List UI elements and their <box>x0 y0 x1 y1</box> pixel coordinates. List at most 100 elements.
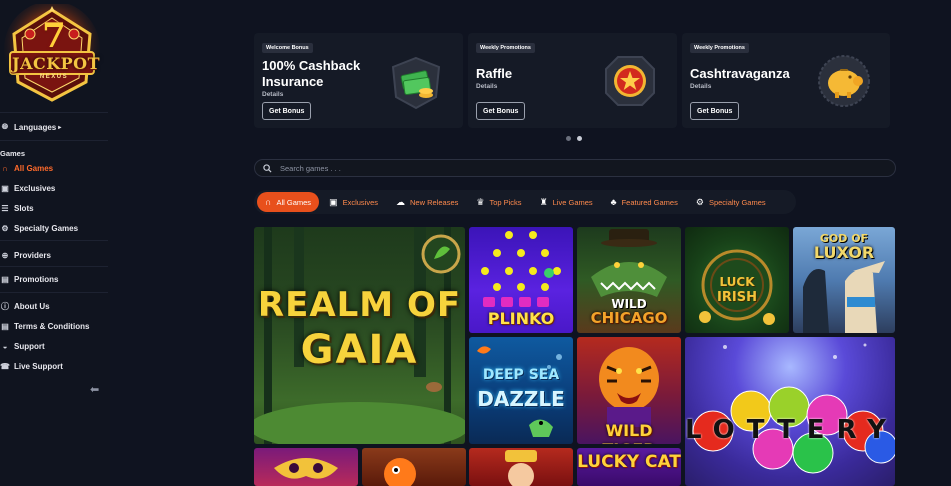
game-tile-lottery[interactable]: LOTTERY <box>685 337 895 486</box>
sidebar-item-promotions[interactable]: ▤ Promotions <box>0 274 58 284</box>
tab-specialty-games[interactable]: ⚙ Specialty Games <box>688 192 774 212</box>
goldfish-art <box>384 458 416 486</box>
mask-art <box>274 458 338 479</box>
game-title: IRISH <box>717 290 757 305</box>
sidebar-item-terms[interactable]: ▤ Terms & Conditions <box>0 321 89 331</box>
promo-title: Cashtravaganza <box>690 66 790 81</box>
game-tile-lucky-cat[interactable]: LUCKY CAT <box>577 448 681 486</box>
get-bonus-button[interactable]: Get Bonus <box>262 102 312 120</box>
logo-subtitle: NEXUS <box>39 74 69 80</box>
slots-icon: ☰ <box>1 203 9 213</box>
horseshoe-icon: ∩ <box>265 197 272 207</box>
promo-details-link[interactable]: Details <box>690 83 711 90</box>
promo-title-line: Insurance <box>262 74 324 89</box>
trophy-icon: ♛ <box>476 196 485 207</box>
info-icon: ⓘ <box>1 301 9 311</box>
sidebar-item-support[interactable]: ◒ Support <box>0 341 45 351</box>
promo-details-link[interactable]: Details <box>476 83 497 90</box>
sidebar-item-label: Promotions <box>14 274 59 284</box>
game-tile-luck-of-the-irish[interactable]: LUCK IRISH <box>685 227 789 333</box>
game-title: DAZZLE <box>477 387 565 411</box>
promo-badge: Welcome Bonus <box>262 43 313 53</box>
game-title: LUCKY CAT <box>577 452 681 472</box>
promo-card-cashtravaganza[interactable]: Weekly Promotions Cashtravaganza Details… <box>682 33 890 128</box>
tab-exclusives[interactable]: ▣ Exclusives <box>321 192 386 212</box>
tab-label: Specialty Games <box>708 197 766 207</box>
sidebar-item-specialty-games[interactable]: ⚙ Specialty Games <box>0 223 78 233</box>
sidebar-item-all-games[interactable]: ∩ All Games <box>0 163 53 173</box>
get-bonus-button[interactable]: Get Bonus <box>476 102 526 120</box>
game-tile-deep-sea-dazzle[interactable]: DEEP SEA DAZZLE <box>469 337 573 444</box>
sidebar-item-slots[interactable]: ☰ Slots <box>0 203 34 213</box>
tab-label: Exclusives <box>342 197 379 207</box>
logo-title: JACKPOT <box>12 54 100 73</box>
star-medal-icon <box>605 56 655 106</box>
games-section-title: Games <box>0 149 26 158</box>
tab-featured-games[interactable]: ♣ Featured Games <box>603 192 686 212</box>
sidebar-item-about[interactable]: ⓘ About Us <box>0 301 50 311</box>
game-title: LUXOR <box>813 243 875 262</box>
languages-label: Languages <box>14 122 57 132</box>
promo-title: 100% Cashback Insurance <box>262 58 360 90</box>
game-title: GAIA <box>300 327 419 373</box>
sidebar-item-label: Support <box>14 341 45 351</box>
game-title: REALM OF <box>257 285 462 325</box>
tab-top-picks[interactable]: ♛ Top Picks <box>468 192 529 212</box>
game-tile-plinko[interactable]: PLINKO <box>469 227 573 333</box>
divider <box>0 112 108 113</box>
game-tile-masquerade[interactable] <box>254 448 358 486</box>
sidebar-item-providers[interactable]: ⊕ Providers <box>0 250 51 260</box>
promo-card-welcome[interactable]: Welcome Bonus 100% Cashback Insurance De… <box>254 33 463 128</box>
divider <box>0 266 108 267</box>
search-input[interactable] <box>280 163 840 173</box>
tab-label: All Games <box>276 197 312 207</box>
exclusive-icon: ▣ <box>1 183 9 193</box>
carousel-dot[interactable] <box>566 136 571 141</box>
sidebar-item-label: Terms & Conditions <box>14 321 90 331</box>
game-tile-realm-of-gaia[interactable]: REALM OF GAIA <box>254 227 465 444</box>
languages-menu[interactable]: 🌐︎ Languages ▸ <box>0 122 61 132</box>
carousel-dot-active[interactable] <box>577 136 582 141</box>
gift-icon: ▤ <box>1 274 9 284</box>
jackpot-nexus-logo[interactable]: 7 JACKPOT NEXUS <box>2 1 102 104</box>
sidebar-item-live-support[interactable]: ☎ Live Support <box>0 361 63 371</box>
gear-icon: ⚙ <box>1 223 9 233</box>
get-bonus-button[interactable]: Get Bonus <box>690 102 740 120</box>
exclusive-icon: ▣ <box>329 196 338 207</box>
sidebar-item-label: Live Support <box>14 361 63 371</box>
promo-details-link[interactable]: Details <box>262 91 283 98</box>
document-icon: ▤ <box>1 321 9 331</box>
sidebar-item-exclusives[interactable]: ▣ Exclusives <box>0 183 55 193</box>
sidebar-item-label: All Games <box>14 163 54 173</box>
promo-title-line: 100% Cashback <box>262 58 361 73</box>
divider <box>0 240 108 241</box>
divider <box>0 140 108 141</box>
game-title: LOTTERY <box>685 415 895 445</box>
tab-label: Top Picks <box>489 197 522 207</box>
game-tile-fortune[interactable] <box>469 448 573 486</box>
game-tile-wild-tiger[interactable]: WILD TIGER <box>577 337 681 444</box>
tab-live-games[interactable]: ♜ Live Games <box>532 192 601 212</box>
tab-new-releases[interactable]: ☁ New Releases <box>388 192 466 212</box>
tab-label: Live Games <box>552 197 593 207</box>
headset-icon: ☎ <box>0 361 10 371</box>
sidebar-item-label: Providers <box>14 250 51 260</box>
search-icon <box>263 163 272 173</box>
game-tile-goldfish[interactable] <box>362 448 466 486</box>
carousel-dots <box>566 136 582 141</box>
promo-card-raffle[interactable]: Weekly Promotions Raffle Details Get Bon… <box>468 33 677 128</box>
live-icon: ♜ <box>539 196 548 207</box>
game-title: CHICAGO <box>590 309 668 327</box>
sidebar-item-label: Slots <box>14 203 34 213</box>
money-stack-icon <box>391 56 441 110</box>
search-bar <box>254 159 896 177</box>
logo-seven: 7 <box>42 16 66 56</box>
fortune-art <box>505 450 537 486</box>
promo-title: Raffle <box>476 66 513 81</box>
sidebar-item-label: About Us <box>14 301 50 311</box>
tab-all-games[interactable]: ∩ All Games <box>257 192 320 212</box>
game-tile-god-of-luxor[interactable]: GOD OF LUXOR <box>793 227 895 333</box>
game-tile-wild-chicago[interactable]: WILD CHICAGO <box>577 227 681 333</box>
clover-icon: ♣ <box>610 197 617 207</box>
collapse-sidebar-button[interactable]: ⬅ <box>90 383 102 396</box>
